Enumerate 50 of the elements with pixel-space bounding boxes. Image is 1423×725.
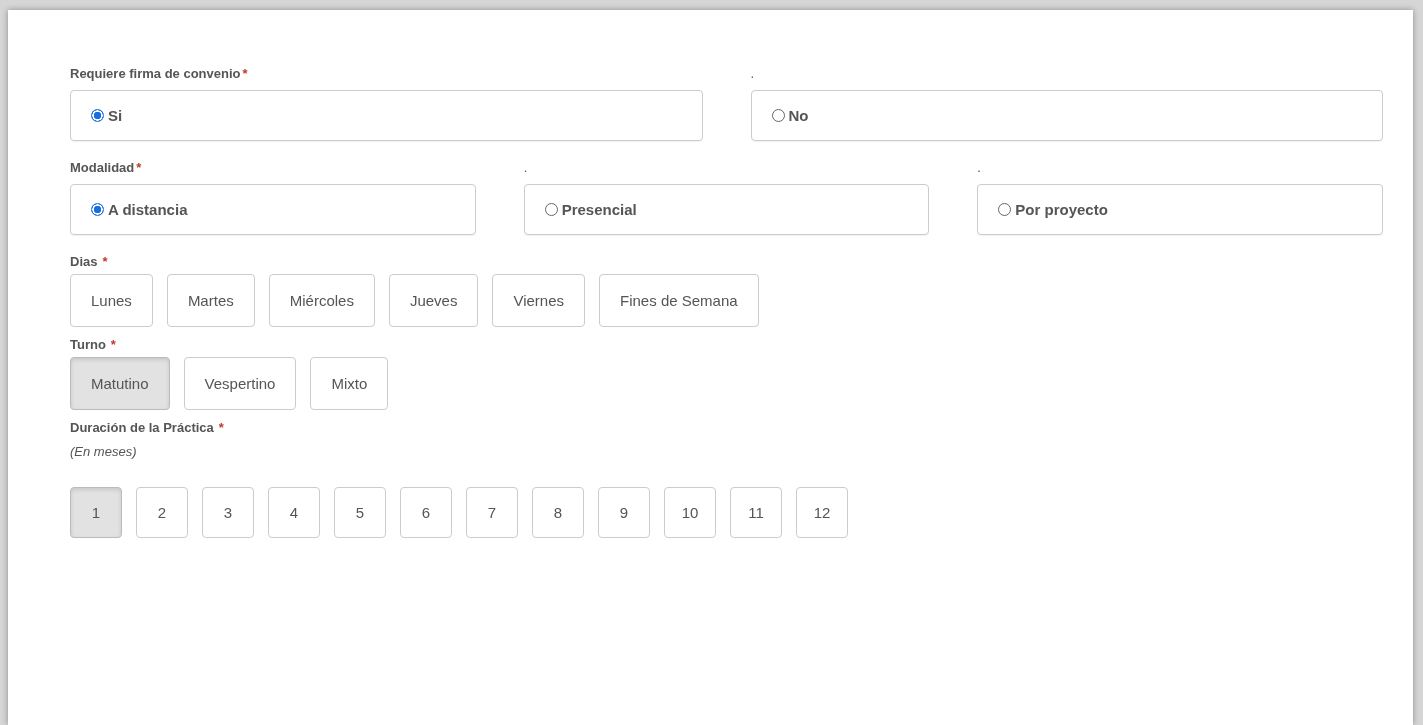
toggle-button[interactable]: Fines de Semana	[599, 274, 759, 327]
toggle-button[interactable]: Lunes	[70, 274, 153, 327]
toggle-button[interactable]: 7	[466, 487, 518, 538]
option-label: Presencial	[561, 201, 637, 218]
toggle-button[interactable]: Mixto	[310, 357, 389, 410]
option-label: No	[788, 107, 809, 124]
field-label: .	[977, 160, 981, 175]
radio-option[interactable]: Por proyecto	[977, 184, 1383, 235]
toggle-button[interactable]: 8	[532, 487, 584, 538]
required-mark: *	[218, 420, 224, 435]
toggle-button[interactable]: 4	[268, 487, 320, 538]
radio-button[interactable]	[771, 109, 785, 122]
toggle-button[interactable]: Martes	[166, 274, 255, 327]
toggle-button[interactable]: 3	[202, 487, 254, 538]
radio-option[interactable]: Presencial	[523, 184, 930, 235]
toggle-button[interactable]: 10	[664, 487, 716, 538]
toggle-button[interactable]: 9	[598, 487, 650, 538]
field-label: .	[523, 160, 528, 175]
toggle-button[interactable]: 6	[400, 487, 452, 538]
radio-option[interactable]: No	[750, 90, 1383, 141]
radio-option[interactable]: Si	[70, 90, 703, 141]
field-label: Duración de la Práctica	[70, 420, 214, 435]
toggle-button[interactable]: 1	[70, 487, 122, 538]
radio-option[interactable]: A distancia	[70, 184, 476, 235]
option-label: A distancia	[108, 201, 188, 218]
radio-button[interactable]	[544, 203, 558, 216]
toggle-button[interactable]: Jueves	[388, 274, 479, 327]
toggle-button[interactable]: 5	[334, 487, 386, 538]
toggle-button[interactable]: Miércoles	[268, 274, 375, 327]
required-mark: *	[136, 160, 142, 175]
toggle-button[interactable]: Matutino	[70, 357, 170, 410]
toggle-button[interactable]: 2	[136, 487, 188, 538]
field-label: .	[750, 66, 755, 81]
field-label: Modalidad	[70, 160, 135, 175]
toggle-button[interactable]: Vespertino	[183, 357, 297, 410]
radio-button[interactable]	[998, 203, 1012, 216]
radio-button[interactable]	[91, 109, 104, 122]
field-label: Dias	[70, 254, 98, 269]
required-mark: *	[102, 254, 108, 269]
field-label: Turno	[70, 337, 106, 352]
field-label: Requiere firma de convenio	[70, 66, 241, 81]
toggle-button[interactable]: Viernes	[492, 274, 586, 327]
option-label: Si	[108, 107, 123, 124]
option-label: Por proyecto	[1015, 201, 1108, 218]
required-mark: *	[242, 66, 248, 81]
required-mark: *	[110, 337, 116, 352]
toggle-button[interactable]: 11	[730, 487, 782, 538]
hint-text: (En meses)	[70, 444, 138, 459]
radio-button[interactable]	[91, 203, 104, 216]
toggle-button[interactable]: 12	[796, 487, 848, 538]
